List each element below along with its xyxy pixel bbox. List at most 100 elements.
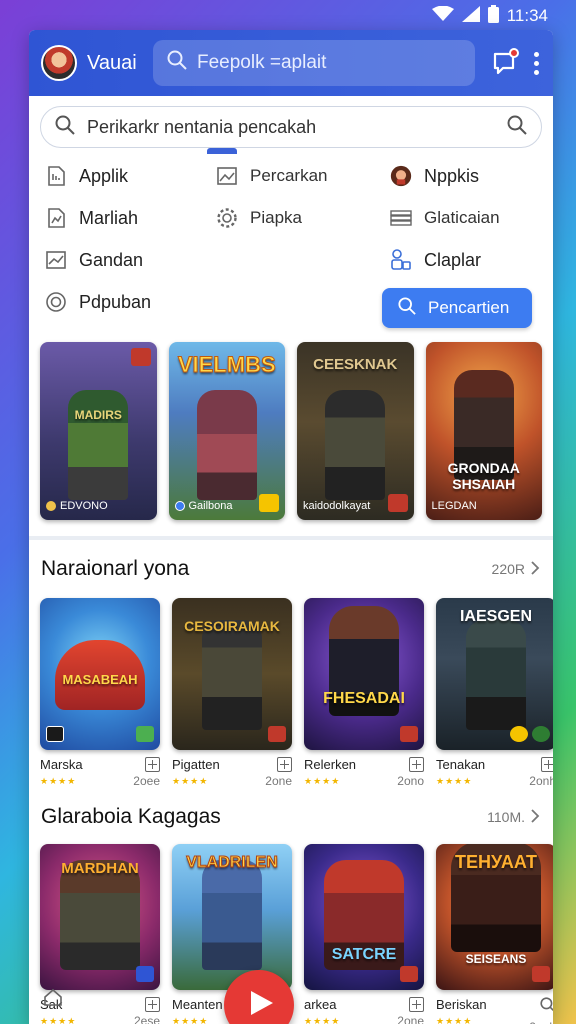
store-badge [532, 726, 550, 742]
card-title: VLADRILEN [186, 854, 279, 872]
category-piapka[interactable]: Piapka [216, 204, 390, 232]
game-thumbnail[interactable]: FHESADAI [304, 598, 424, 750]
notification-button[interactable] [491, 48, 519, 76]
category-glaticaian[interactable]: Glaticaian [390, 204, 537, 232]
avatar[interactable] [41, 45, 77, 81]
store-badge [532, 966, 550, 982]
rating-stars: ★★★★ [304, 1016, 341, 1024]
chevron-right-icon [531, 808, 540, 826]
people-icon [390, 249, 412, 271]
section-title: Naraionarl yona [41, 557, 190, 580]
card-caption: LEGDAN [431, 500, 477, 512]
category-label: Applik [79, 165, 129, 186]
category-label: Glaticaian [424, 208, 500, 227]
game-name: Beriskan [436, 997, 487, 1012]
card-caption: kaidodolkayat [303, 500, 371, 512]
category-label: Pdpuban [79, 291, 152, 312]
list-item[interactable]: MASABEAH Marska ★★★★ 2oee [40, 598, 160, 788]
search-tab-indicator [207, 148, 237, 154]
add-icon[interactable] [409, 997, 424, 1012]
featured-card[interactable]: MADIRS EDVONO [40, 342, 157, 520]
featured-card[interactable]: GRONDAA SHSAIAH LEGDAN [425, 342, 542, 520]
game-thumbnail[interactable]: MASABEAH [40, 598, 160, 750]
category-label: Marliah [79, 207, 139, 228]
graph-icon [45, 249, 67, 271]
more-options-button[interactable] [531, 51, 541, 75]
hero-figure [325, 390, 386, 500]
featured-card[interactable]: CEESKNAK kaidodolkayat [297, 342, 414, 520]
card-title: CESOIRAMAK [184, 618, 280, 634]
chart-icon [45, 207, 67, 229]
category-percarkan[interactable]: Percarkan [216, 162, 390, 190]
card-title: MARDHAN [61, 860, 139, 877]
card-title: FHESADAI [323, 690, 405, 707]
card-title: VIELMBS [177, 352, 276, 378]
category-grid: Applik Percarkan Nppkis Marliah Piapka G… [29, 148, 553, 328]
image-icon [216, 165, 238, 187]
emblem-icon [174, 501, 185, 511]
game-name: Relerken [304, 757, 357, 772]
category-claplar[interactable]: Claplar [390, 246, 537, 274]
add-icon[interactable] [277, 757, 292, 772]
section-more-link[interactable]: 220R [492, 560, 540, 578]
card-title: SATCRE [331, 946, 397, 963]
list-item[interactable]: IAESGEN Tenakan ★★★★ 2onh [436, 598, 553, 788]
add-icon[interactable] [409, 757, 424, 772]
section-more-link[interactable]: 110M. [487, 808, 540, 826]
store-badge [387, 494, 408, 512]
top-search-placeholder: Feepolk =aplait [197, 52, 327, 73]
main-search-input[interactable]: Perikarkr nentania pencakah [40, 106, 542, 148]
card-caption: Gailbona [174, 500, 233, 512]
game-size: 2ese [133, 1014, 160, 1024]
list-item[interactable]: CESOIRAMAK Pigatten ★★★★ 2one [172, 598, 292, 788]
store-badge [400, 726, 418, 742]
game-size: 2ono [397, 774, 424, 788]
home-icon[interactable] [43, 988, 63, 1011]
game-name: Marska [40, 757, 83, 772]
category-pdpuban[interactable]: Pdpuban [45, 288, 216, 316]
section-title: Glaraboia Kagagas [41, 805, 221, 828]
game-thumbnail[interactable]: SATCRE [304, 844, 424, 990]
list-item[interactable]: SEISEANS ТЕНУААТ Beriskan ★★★★ 2onh [436, 844, 553, 1024]
notification-badge [509, 48, 519, 58]
category-applik[interactable]: Applik [45, 162, 216, 190]
search-button[interactable]: Pencartien [382, 288, 532, 328]
card-title: CEESKNAK [313, 356, 398, 373]
category-label: Claplar [424, 249, 482, 270]
game-thumbnail[interactable]: VLADRILEN [172, 844, 292, 990]
add-icon[interactable] [145, 757, 160, 772]
list-item[interactable]: FHESADAI Relerken ★★★★ 2ono [304, 598, 424, 788]
card-title: IAESGEN [459, 608, 532, 625]
rating-stars: ★★★★ [40, 776, 77, 786]
category-nppkis[interactable]: Nppkis [390, 162, 537, 190]
search-icon[interactable] [540, 997, 553, 1018]
search-submit-icon[interactable] [507, 115, 527, 140]
search-text: Perikarkr nentania pencakah [87, 116, 317, 137]
hero-figure [202, 620, 262, 730]
hero-figure [466, 620, 526, 730]
rating-stars: ★★★★ [172, 1016, 209, 1024]
card-title: MADIRS [74, 408, 122, 422]
add-icon[interactable] [145, 997, 160, 1012]
section-header: Naraionarl yona 220R [29, 540, 553, 598]
game-thumbnail[interactable]: MARDHAN [40, 844, 160, 990]
game-size: 2one [397, 1014, 424, 1024]
store-badge [259, 494, 279, 512]
avatar-icon [390, 165, 412, 187]
battery-icon [487, 4, 499, 28]
category-gandan[interactable]: Gandan [45, 246, 216, 274]
category-empty-slot [216, 246, 390, 274]
add-icon[interactable] [541, 757, 553, 772]
store-badge [400, 966, 418, 982]
rating-stars: ★★★★ [436, 1016, 473, 1024]
game-thumbnail[interactable]: SEISEANS ТЕНУААТ [436, 844, 553, 990]
game-size: 2onh [529, 774, 553, 788]
list-item[interactable]: SATCRE arkea ★★★★ 2one [304, 844, 424, 1024]
featured-card[interactable]: VIELMBS Gailbona [168, 342, 285, 520]
rating-stars: ★★★★ [436, 776, 473, 786]
search-icon [398, 296, 416, 320]
category-marliah[interactable]: Marliah [45, 204, 216, 232]
top-search-field[interactable]: Feepolk =aplait [153, 40, 475, 86]
game-thumbnail[interactable]: IAESGEN [436, 598, 553, 750]
game-thumbnail[interactable]: CESOIRAMAK [172, 598, 292, 750]
